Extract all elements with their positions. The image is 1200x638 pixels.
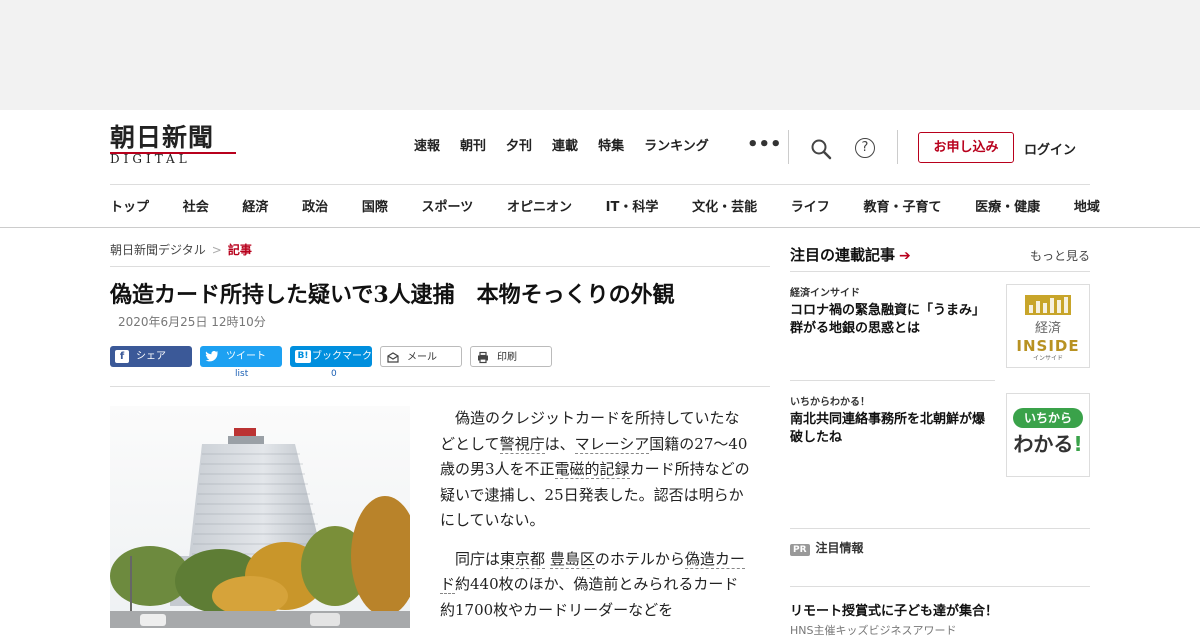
keyword-link[interactable]: 東京都 [500, 549, 546, 569]
print-label: 印刷 [497, 352, 517, 363]
ad-banner-area [0, 0, 1200, 110]
keyword-link[interactable]: 警視庁 [499, 434, 545, 454]
share-buttons: f シェア ツイート B! ブックマーク メール 印刷 [110, 346, 560, 367]
thumb-brand: INSIDE [1016, 337, 1080, 355]
top-nav-evening[interactable]: 夕刊 [506, 138, 532, 156]
thumb-title: 経済 [1034, 321, 1061, 336]
twitter-count[interactable]: list [235, 369, 248, 379]
divider [110, 386, 770, 387]
article-date: 2020年6月25日 12時10分 [118, 315, 266, 329]
thumb-title: わかる! [1013, 432, 1083, 456]
site-logo[interactable]: 朝日新聞 DIGITAL [110, 124, 240, 168]
keyword-link[interactable]: 電磁的記録 [554, 460, 630, 479]
category-society[interactable]: 社会 [183, 196, 209, 215]
twitter-share-label: ツイート [226, 351, 266, 362]
breadcrumb: 朝日新聞デジタル > 記事 [110, 241, 252, 258]
nav-divider [110, 184, 1090, 185]
top-nav-breaking[interactable]: 速報 [414, 138, 440, 156]
breadcrumb-home[interactable]: 朝日新聞デジタル [110, 243, 206, 257]
article-headline: 偽造カード所持した疑いで3人逮捕 本物そっくりの外観 [110, 282, 675, 308]
divider [790, 528, 1090, 529]
logo-underline [110, 152, 236, 154]
divider [790, 271, 1090, 272]
login-link[interactable]: ログイン [1024, 139, 1076, 158]
mail-button[interactable]: メール [380, 346, 462, 367]
divider [790, 586, 1090, 587]
chart-graphic-icon [1025, 295, 1071, 315]
top-nav: 速報 朝刊 夕刊 連載 特集 ランキング [414, 138, 729, 156]
category-opinion[interactable]: オピニオン [507, 196, 572, 215]
series-item[interactable]: 経済インサイド コロナ禍の緊急融資に「うまみ」 群がる地銀の思惑とは 経済 IN… [790, 284, 1090, 368]
logo-subtitle: DIGITAL [110, 152, 191, 166]
site-header: 朝日新聞 DIGITAL 速報 朝刊 夕刊 連載 特集 ランキング ••• ? … [0, 110, 1200, 228]
keyword-link[interactable]: マレーシア [574, 434, 650, 454]
featured-series-title[interactable]: 注目の連載記事 ➔ [790, 244, 911, 265]
category-top[interactable]: トップ [110, 196, 149, 215]
hatena-icon: B! [295, 350, 311, 363]
thumb-caption: インサイド [1032, 355, 1063, 362]
search-icon[interactable] [810, 138, 832, 160]
pr-section-label: PR 注目情報 [790, 539, 864, 556]
header-divider [897, 130, 898, 164]
breadcrumb-separator: > [211, 243, 222, 257]
category-education[interactable]: 教育・子育て [863, 196, 941, 215]
series-title: 南北共同連絡事務所を北朝鮮が爆破したね [790, 412, 986, 445]
facebook-share-label: シェア [136, 351, 166, 362]
keyword-link[interactable]: 豊島区 [549, 549, 595, 569]
category-nav: トップ 社会 経済 政治 国際 スポーツ オピニオン IT・科学 文化・芸能 ラ… [110, 196, 1100, 215]
print-button[interactable]: 印刷 [470, 346, 552, 367]
promo-sponsor: HNS主催キッズビジネスアワード [790, 624, 957, 637]
category-international[interactable]: 国際 [362, 196, 388, 215]
top-nav-ranking[interactable]: ランキング [644, 138, 709, 156]
more-menu-icon[interactable]: ••• [747, 134, 782, 155]
series-title: コロナ禍の緊急融資に「うまみ」 群がる地銀の思惑とは [790, 303, 992, 336]
hatena-bookmark-label: ブックマーク [312, 351, 372, 362]
arrow-right-icon: ➔ [899, 248, 911, 264]
subscribe-button[interactable]: お申し込み [918, 132, 1014, 163]
top-nav-features[interactable]: 特集 [598, 138, 624, 156]
breadcrumb-current: 記事 [227, 243, 252, 257]
police-hq-building-image [110, 406, 410, 628]
article-paragraph: 偽造のクレジットカードを所持していたなどとして警視庁は、マレーシア国籍の27～4… [440, 409, 750, 529]
promo-link[interactable]: リモート授賞式に子ども達が集合！ [790, 600, 998, 619]
mail-label: メール [407, 352, 437, 363]
divider [110, 266, 770, 267]
category-health[interactable]: 医療・健康 [975, 196, 1040, 215]
top-nav-morning[interactable]: 朝刊 [460, 138, 486, 156]
category-economy[interactable]: 経済 [242, 196, 268, 215]
see-more-link[interactable]: もっと見る [1030, 247, 1090, 264]
category-life[interactable]: ライフ [791, 196, 830, 215]
mail-icon [387, 352, 399, 363]
category-local[interactable]: 地域 [1074, 196, 1100, 215]
facebook-share-button[interactable]: f シェア [110, 346, 192, 367]
category-culture[interactable]: 文化・芸能 [692, 196, 757, 215]
article-body: 偽造のクレジットカードを所持していたなどとして警視庁は、マレーシア国籍の27～4… [440, 406, 750, 636]
logo-wordmark: 朝日新聞 [110, 123, 215, 152]
hatena-count[interactable]: 0 [331, 369, 337, 379]
series-item[interactable]: いちからわかる！ 南北共同連絡事務所を北朝鮮が爆破したね いちから わかる! [790, 393, 1090, 477]
divider [790, 380, 995, 381]
keizai-inside-thumbnail: 経済 INSIDE インサイド [1006, 284, 1090, 368]
help-icon[interactable]: ? [855, 138, 875, 158]
facebook-icon: f [115, 350, 129, 363]
top-nav-series[interactable]: 連載 [552, 138, 578, 156]
category-sports[interactable]: スポーツ [422, 196, 474, 215]
article-paragraph: 同庁は東京都 豊島区のホテルから偽造カード約440枚のほか、偽造前とみられるカー… [440, 549, 745, 619]
category-it-science[interactable]: IT・科学 [606, 196, 659, 215]
category-politics[interactable]: 政治 [302, 196, 328, 215]
hatena-bookmark-button[interactable]: B! ブックマーク [290, 346, 372, 367]
article-photo[interactable] [110, 406, 410, 628]
thumb-badge: いちから [1013, 408, 1083, 428]
pr-badge: PR [790, 544, 810, 556]
twitter-bird-icon [205, 351, 218, 362]
twitter-share-button[interactable]: ツイート [200, 346, 282, 367]
ichikara-wakaru-thumbnail: いちから わかる! [1006, 393, 1090, 477]
printer-icon [478, 351, 488, 364]
header-divider [788, 130, 789, 164]
